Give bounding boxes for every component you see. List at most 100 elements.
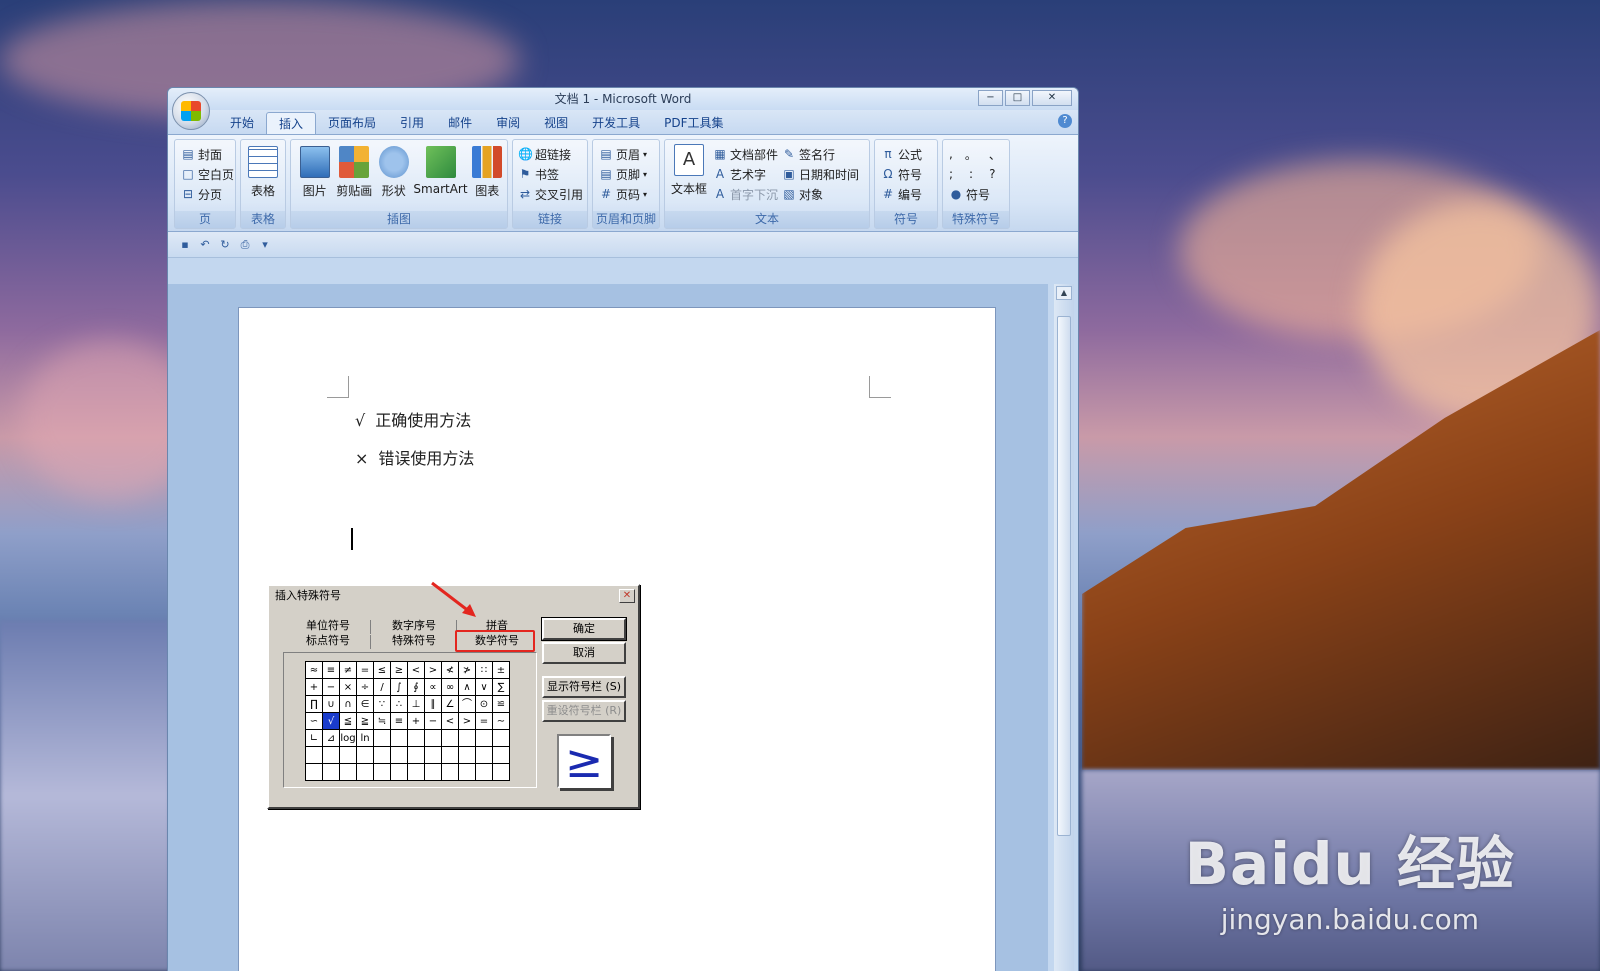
symbol-cell[interactable]: [407, 729, 425, 747]
symbol-cell[interactable]: [407, 746, 425, 764]
print-preview-icon[interactable]: ⎙: [238, 238, 252, 252]
scroll-up-icon[interactable]: ▲: [1056, 286, 1072, 300]
symbol-cell[interactable]: log: [339, 729, 357, 747]
symbol-cell[interactable]: [475, 729, 493, 747]
symbol-cell[interactable]: ∝: [424, 678, 442, 696]
tab-review[interactable]: 审阅: [484, 112, 532, 134]
symbol-cell[interactable]: ∟: [305, 729, 323, 747]
symbol-cell[interactable]: ∽: [305, 712, 323, 730]
special-symbol-button[interactable]: ● 符号: [949, 184, 1009, 204]
symbol-cell[interactable]: ≤: [373, 661, 391, 679]
symbol-cell[interactable]: ∞: [441, 678, 459, 696]
punct-dun[interactable]: 、: [989, 146, 1001, 163]
symbol-cell[interactable]: [373, 746, 391, 764]
symbol-cell[interactable]: [339, 746, 357, 764]
symbol-cell[interactable]: ∧: [458, 678, 476, 696]
symbol-cell[interactable]: ≯: [458, 661, 476, 679]
symbol-cell[interactable]: [356, 746, 374, 764]
symbol-cell[interactable]: [424, 763, 442, 781]
symbol-cell[interactable]: >: [424, 661, 442, 679]
symbol-cell[interactable]: ln: [356, 729, 374, 747]
show-symbol-bar-button[interactable]: 显示符号栏 (S): [542, 676, 626, 698]
save-icon[interactable]: ▪: [178, 238, 192, 252]
symbol-cell[interactable]: >: [458, 712, 476, 730]
symbol-cell[interactable]: [322, 746, 340, 764]
symbol-cell[interactable]: [441, 763, 459, 781]
symbol-cell[interactable]: −: [424, 712, 442, 730]
symbol-cell[interactable]: ∪: [322, 695, 340, 713]
close-button[interactable]: ✕: [1032, 90, 1072, 106]
reset-symbol-bar-button[interactable]: 重设符号栏 (R): [542, 700, 626, 722]
symbol-cell[interactable]: ≦: [339, 712, 357, 730]
symbol-cell[interactable]: [475, 746, 493, 764]
cover-page-button[interactable]: ▤ 封面: [181, 144, 235, 164]
tab-unit-symbols[interactable]: 单位符号: [287, 618, 369, 634]
tab-pdf-tools[interactable]: PDF工具集: [652, 112, 735, 134]
symbol-cell[interactable]: [441, 746, 459, 764]
undo-icon[interactable]: ↶: [198, 238, 212, 252]
symbol-cell[interactable]: +: [305, 678, 323, 696]
page-break-button[interactable]: ⊟ 分页: [181, 184, 235, 204]
symbol-cell[interactable]: =: [356, 661, 374, 679]
symbol-cell[interactable]: ±: [492, 661, 510, 679]
tab-number-sequence[interactable]: 数字序号: [373, 618, 455, 634]
office-button[interactable]: [172, 92, 210, 130]
symbol-cell[interactable]: ≠: [339, 661, 357, 679]
ok-button[interactable]: 确定: [541, 617, 627, 641]
symbol-cell[interactable]: √: [322, 712, 340, 730]
signature-line-button[interactable]: ✎ 签名行: [782, 144, 859, 164]
help-icon[interactable]: ?: [1058, 114, 1072, 128]
symbol-cell[interactable]: ÷: [356, 678, 374, 696]
symbol-cell[interactable]: ∨: [475, 678, 493, 696]
tab-page-layout[interactable]: 页面布局: [316, 112, 388, 134]
symbol-cell[interactable]: ∈: [356, 695, 374, 713]
date-time-button[interactable]: ▣ 日期和时间: [782, 164, 859, 184]
page-number-button[interactable]: # 页码 ▾: [599, 184, 659, 204]
symbol-button[interactable]: Ω 符号: [881, 164, 937, 184]
tab-developer[interactable]: 开发工具: [580, 112, 652, 134]
punct-colon[interactable]: :: [969, 167, 973, 181]
symbol-cell[interactable]: ⊙: [475, 695, 493, 713]
symbol-cell[interactable]: ≡: [390, 712, 408, 730]
redo-icon[interactable]: ↻: [218, 238, 232, 252]
symbol-cell[interactable]: ∷: [475, 661, 493, 679]
symbol-cell[interactable]: [305, 763, 323, 781]
scrollbar-thumb[interactable]: [1057, 316, 1071, 836]
symbol-cell[interactable]: =: [475, 712, 493, 730]
symbol-cell[interactable]: [458, 729, 476, 747]
tab-references[interactable]: 引用: [388, 112, 436, 134]
tab-punctuation[interactable]: 标点符号: [287, 633, 369, 649]
object-button[interactable]: ▧ 对象: [782, 184, 859, 204]
punct-semicolon[interactable]: ;: [949, 167, 953, 181]
symbol-cell[interactable]: ∵: [373, 695, 391, 713]
symbol-cell[interactable]: ⊥: [407, 695, 425, 713]
symbol-cell[interactable]: [373, 729, 391, 747]
symbol-cell[interactable]: [390, 763, 408, 781]
symbol-cell[interactable]: ⊿: [322, 729, 340, 747]
symbol-cell[interactable]: [492, 763, 510, 781]
tab-home[interactable]: 开始: [218, 112, 266, 134]
hyperlink-button[interactable]: 🌐 超链接: [518, 144, 587, 164]
symbol-cell[interactable]: ∼: [492, 712, 510, 730]
symbol-cell[interactable]: [492, 729, 510, 747]
symbol-cell[interactable]: [424, 729, 442, 747]
symbol-cell[interactable]: ∥: [424, 695, 442, 713]
symbol-cell[interactable]: <: [441, 712, 459, 730]
symbol-cell[interactable]: ≈: [305, 661, 323, 679]
symbol-cell[interactable]: [492, 746, 510, 764]
customize-qat-icon[interactable]: ▾: [258, 238, 272, 252]
tab-mailings[interactable]: 邮件: [436, 112, 484, 134]
symbol-cell[interactable]: ≌: [492, 695, 510, 713]
symbol-cell[interactable]: [305, 746, 323, 764]
tab-insert[interactable]: 插入: [266, 112, 317, 134]
symbol-cell[interactable]: [322, 763, 340, 781]
symbol-cell[interactable]: ≧: [356, 712, 374, 730]
numbering-button[interactable]: # 编号: [881, 184, 937, 204]
symbol-cell[interactable]: ∏: [305, 695, 323, 713]
blank-page-button[interactable]: □ 空白页: [181, 164, 235, 184]
tab-view[interactable]: 视图: [532, 112, 580, 134]
bookmark-button[interactable]: ⚑ 书签: [518, 164, 587, 184]
symbol-cell[interactable]: ∮: [407, 678, 425, 696]
symbol-cell[interactable]: [339, 763, 357, 781]
symbol-cell[interactable]: +: [407, 712, 425, 730]
